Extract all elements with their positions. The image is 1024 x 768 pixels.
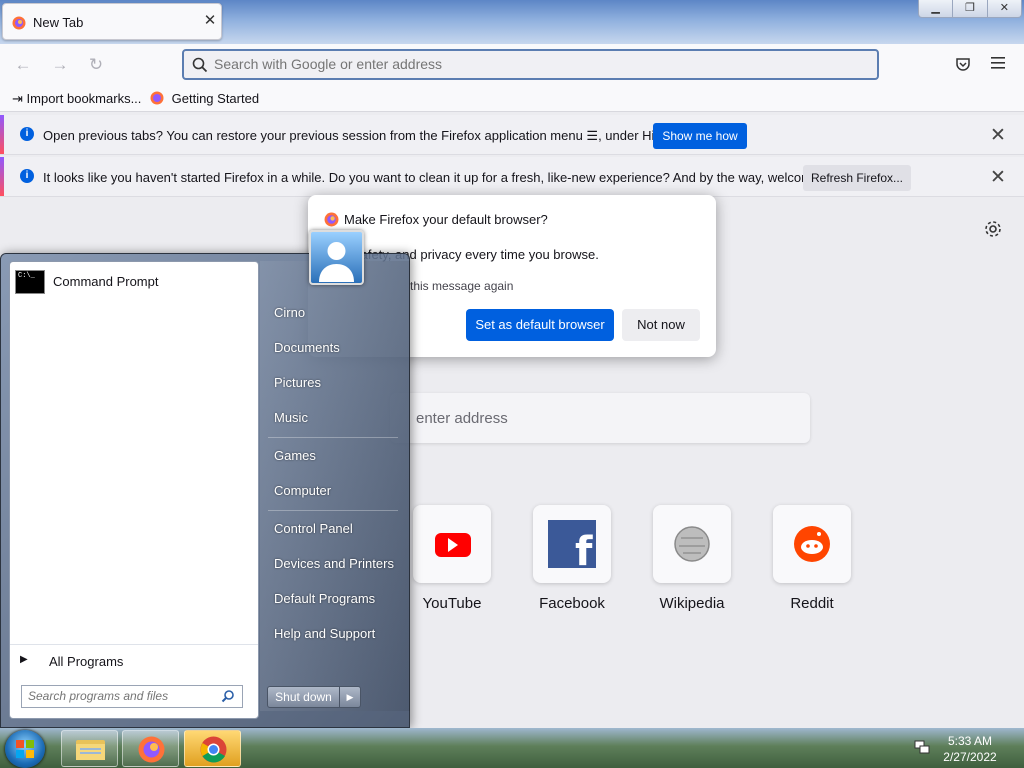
tab-title: New Tab xyxy=(33,15,84,30)
all-programs-button[interactable]: ▶ All Programs xyxy=(10,644,258,674)
start-item-control-panel[interactable]: Control Panel xyxy=(274,521,353,536)
shutdown-label[interactable]: Shut down xyxy=(268,687,340,707)
close-icon[interactable]: ✕ xyxy=(990,124,1006,147)
facebook-icon: f xyxy=(533,505,611,583)
reddit-icon xyxy=(773,505,851,583)
start-item-documents[interactable]: Documents xyxy=(274,340,340,355)
youtube-icon xyxy=(413,505,491,583)
tab-close-button[interactable]: ✕ xyxy=(201,12,219,30)
restore-button[interactable]: ❐ xyxy=(953,0,988,17)
start-item-cirno[interactable]: Cirno xyxy=(274,305,305,320)
pocket-icon[interactable] xyxy=(954,55,972,76)
bookmark-import[interactable]: ⇥ Import bookmarks... xyxy=(12,91,141,107)
refresh-firefox-button[interactable]: Refresh Firefox... xyxy=(803,165,911,191)
refresh-firefox-notification: i It looks like you haven't started Fire… xyxy=(0,157,1024,197)
info-icon: i xyxy=(20,127,34,141)
taskbar-explorer[interactable] xyxy=(61,730,118,767)
dont-show-checkbox-label[interactable]: this message again xyxy=(410,279,513,293)
windows-logo-icon xyxy=(16,740,34,758)
url-bar[interactable] xyxy=(182,49,879,80)
windows-explorer-icon xyxy=(76,740,105,760)
chrome-icon xyxy=(200,736,227,763)
clock-date: 2/27/2022 xyxy=(943,750,997,764)
import-icon: ⇥ xyxy=(12,91,23,106)
start-search-box[interactable] xyxy=(21,685,243,708)
user-avatar[interactable] xyxy=(309,230,364,285)
top-site-label: Wikipedia xyxy=(659,595,725,612)
top-site-wikipedia[interactable]: Wikipedia xyxy=(652,505,732,612)
bookmark-getting-started[interactable]: Getting Started xyxy=(150,91,259,106)
reload-button[interactable]: ↻ xyxy=(84,53,108,77)
top-site-label: Reddit xyxy=(790,595,834,612)
start-item-help-and-support[interactable]: Help and Support xyxy=(274,626,375,641)
start-item-music[interactable]: Music xyxy=(274,410,308,425)
shutdown-button[interactable]: Shut down ▶ xyxy=(267,686,361,708)
start-item-command-prompt[interactable]: C:\_ Command Prompt xyxy=(13,268,255,296)
show-me-how-button[interactable]: Show me how xyxy=(653,123,747,149)
firefox-icon xyxy=(324,212,339,227)
notification-stripe xyxy=(0,115,4,154)
back-button[interactable]: ← xyxy=(11,53,35,77)
top-site-label: Facebook xyxy=(539,595,605,612)
forward-button[interactable]: → xyxy=(48,53,72,77)
close-window-button[interactable]: ✕ xyxy=(988,0,1021,17)
window-controls: ▁ ❐ ✕ xyxy=(918,0,1022,18)
command-prompt-icon: C:\_ xyxy=(15,270,45,294)
notification-stripe xyxy=(0,157,4,196)
firefox-icon xyxy=(138,736,165,763)
divider xyxy=(268,437,398,438)
wikipedia-icon xyxy=(653,505,731,583)
bookmark-label: Getting Started xyxy=(171,91,260,106)
gear-icon[interactable] xyxy=(984,220,1002,241)
not-now-button[interactable]: Not now xyxy=(622,309,700,341)
bookmark-label: Import bookmarks... xyxy=(26,91,142,106)
svg-text:f: f xyxy=(575,529,593,575)
newtab-search-box[interactable]: enter address xyxy=(390,393,810,443)
taskbar-chrome[interactable] xyxy=(184,730,241,767)
shutdown-options-arrow[interactable]: ▶ xyxy=(340,687,360,707)
close-icon[interactable]: ✕ xyxy=(990,166,1006,189)
start-item-devices-and-printers[interactable]: Devices and Printers xyxy=(274,556,394,571)
info-icon: i xyxy=(20,169,34,183)
taskbar-firefox[interactable] xyxy=(122,730,179,767)
start-item-computer[interactable]: Computer xyxy=(274,483,331,498)
top-site-label: YouTube xyxy=(422,595,482,612)
start-item-default-programs[interactable]: Default Programs xyxy=(274,591,375,606)
tab-new-tab[interactable]: New Tab ✕ xyxy=(2,3,222,40)
start-item-games[interactable]: Games xyxy=(274,448,316,463)
search-icon xyxy=(221,689,235,706)
clock-time: 5:33 AM xyxy=(947,734,993,748)
start-item-label: Command Prompt xyxy=(53,274,159,289)
firefox-icon xyxy=(12,16,26,33)
firefox-icon xyxy=(150,91,164,105)
minimize-button[interactable]: ▁ xyxy=(919,0,954,17)
set-default-browser-button[interactable]: Set as default browser xyxy=(466,309,614,341)
dialog-title: Make Firefox your default browser? xyxy=(344,212,548,227)
newtab-search-placeholder: enter address xyxy=(416,410,508,427)
search-icon xyxy=(192,57,208,76)
hamburger-menu-icon[interactable] xyxy=(991,56,1007,73)
start-search-input[interactable] xyxy=(28,689,218,703)
start-menu-left-pane: C:\_ Command Prompt ▶ All Programs xyxy=(9,261,259,719)
network-icon[interactable] xyxy=(914,739,930,758)
start-item-pictures[interactable]: Pictures xyxy=(274,375,321,390)
divider xyxy=(268,510,398,511)
restore-session-notification: i Open previous tabs? You can restore yo… xyxy=(0,115,1024,155)
top-site-youtube[interactable]: YouTube xyxy=(412,505,492,612)
system-clock[interactable]: 5:33 AM 2/27/2022 xyxy=(930,733,1010,765)
all-programs-label: All Programs xyxy=(49,654,124,669)
start-button[interactable] xyxy=(5,730,45,768)
triangle-right-icon: ▶ xyxy=(20,654,28,665)
notification-message: It looks like you haven't started Firefo… xyxy=(43,170,854,185)
address-input[interactable] xyxy=(214,56,854,72)
bookmarks-toolbar: ⇥ Import bookmarks... Getting Started xyxy=(0,86,1024,112)
top-site-reddit[interactable]: Reddit xyxy=(772,505,852,612)
top-site-facebook[interactable]: f Facebook xyxy=(532,505,612,612)
notification-message: Open previous tabs? You can restore your… xyxy=(43,128,686,143)
